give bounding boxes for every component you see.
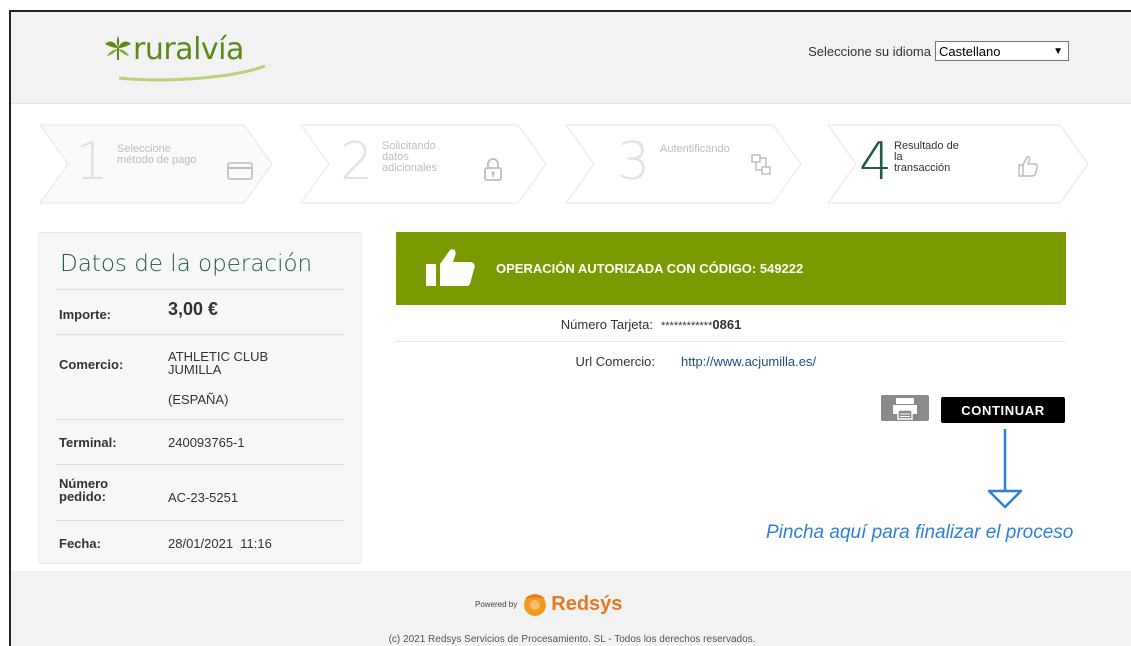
merchant-url-label: Url Comercio: xyxy=(575,354,655,369)
card-number-row: Número Tarjeta: ************0861 xyxy=(396,305,1066,342)
merchant-url-row: Url Comercio: http://www.acjumilla.es/ xyxy=(396,342,1066,379)
powered-by-label: Powered by xyxy=(475,599,518,609)
step-label: Solicitando datos adicionales xyxy=(382,140,438,174)
divider xyxy=(56,334,344,335)
chevron-down-icon: ▼ xyxy=(1053,45,1063,57)
language-selector: Seleccione su idioma Castellano ▼ xyxy=(808,41,1069,61)
thumbs-up-icon xyxy=(1018,156,1039,177)
fecha-value: 28/01/2021 11:16 xyxy=(168,536,272,551)
print-button[interactable] xyxy=(881,395,929,421)
step-3: 3 Autentificando xyxy=(565,124,805,204)
leaf-icon xyxy=(105,36,131,60)
divider xyxy=(56,464,344,465)
step-number: 3 xyxy=(617,132,651,192)
header: ruralvía Seleccione su idioma Castellano… xyxy=(11,12,1131,104)
panel-title: Datos de la operación xyxy=(60,251,313,277)
divider xyxy=(56,520,344,521)
progress-steps: 1 Seleccione método de pago 2 Solicitando… xyxy=(39,124,1099,204)
arrow-down-icon xyxy=(987,429,1023,509)
language-label: Seleccione su idioma xyxy=(808,43,931,59)
step-label: Seleccione método de pago xyxy=(117,143,197,166)
card-number-label: Número Tarjeta: xyxy=(560,317,653,332)
fecha-label: Fecha: xyxy=(59,536,101,551)
redsys-brand: Redsýs xyxy=(551,592,623,615)
ruralvia-logo: ruralvía xyxy=(103,30,273,82)
footer: Powered by Redsýs (c) 2021 Redsys Servic… xyxy=(11,571,1131,646)
page-frame: ruralvía Seleccione su idioma Castellano… xyxy=(9,10,1131,646)
step-2: 2 Solicitando datos adicionales xyxy=(300,124,550,204)
card-number-value: ************0861 xyxy=(661,317,742,332)
language-selected: Castellano xyxy=(939,43,1001,59)
comercio-value: ATHLETIC CLUB JUMILLA xyxy=(168,349,269,377)
comercio-country: (ESPAÑA) xyxy=(168,392,229,407)
continue-button[interactable]: CONTINUAR xyxy=(941,397,1065,423)
terminal-label: Terminal: xyxy=(59,435,117,450)
step-4: 4 Resultado de la transacción xyxy=(827,124,1092,204)
powered-by-redsys: Powered by Redsýs xyxy=(475,591,622,617)
step-label: Autentificando xyxy=(660,143,730,155)
step-number: 1 xyxy=(75,132,109,192)
language-select[interactable]: Castellano ▼ xyxy=(935,41,1069,61)
merchant-url-link[interactable]: http://www.acjumilla.es/ xyxy=(681,354,816,369)
step-1: 1 Seleccione método de pago xyxy=(39,124,274,204)
logo-swoosh xyxy=(118,64,266,82)
logo-text: ruralvía xyxy=(133,32,244,67)
redsys-logo-icon xyxy=(524,594,547,616)
importe-value: 3,00 € xyxy=(168,299,219,319)
network-icon xyxy=(751,154,771,175)
importe-label: Importe: xyxy=(59,307,111,322)
printer-icon xyxy=(893,398,917,420)
divider xyxy=(56,289,344,290)
pedido-label: Número pedido: xyxy=(59,476,109,504)
copyright: (c) 2021 Redsys Servicios de Procesamien… xyxy=(388,634,756,645)
thumbs-up-icon xyxy=(426,249,475,286)
authorization-banner: OPERACIÓN AUTORIZADA CON CÓDIGO: 549222 xyxy=(396,232,1066,305)
finish-hint: Pincha aquí para finalizar el proceso xyxy=(766,522,1074,543)
lock-icon xyxy=(484,158,502,181)
terminal-value: 240093765-1 xyxy=(168,435,245,450)
step-label: Resultado de la transacción xyxy=(894,140,959,174)
operation-panel: Datos de la operación Importe: 3,00 € Co… xyxy=(38,232,362,564)
card-icon xyxy=(227,162,253,180)
comercio-label: Comercio: xyxy=(59,357,124,372)
divider xyxy=(56,419,344,420)
step-number: 2 xyxy=(340,132,374,192)
pedido-value: AC-23-5251 xyxy=(168,490,239,505)
authorization-text: OPERACIÓN AUTORIZADA CON CÓDIGO: 549222 xyxy=(496,261,804,276)
step-number: 4 xyxy=(859,132,893,192)
